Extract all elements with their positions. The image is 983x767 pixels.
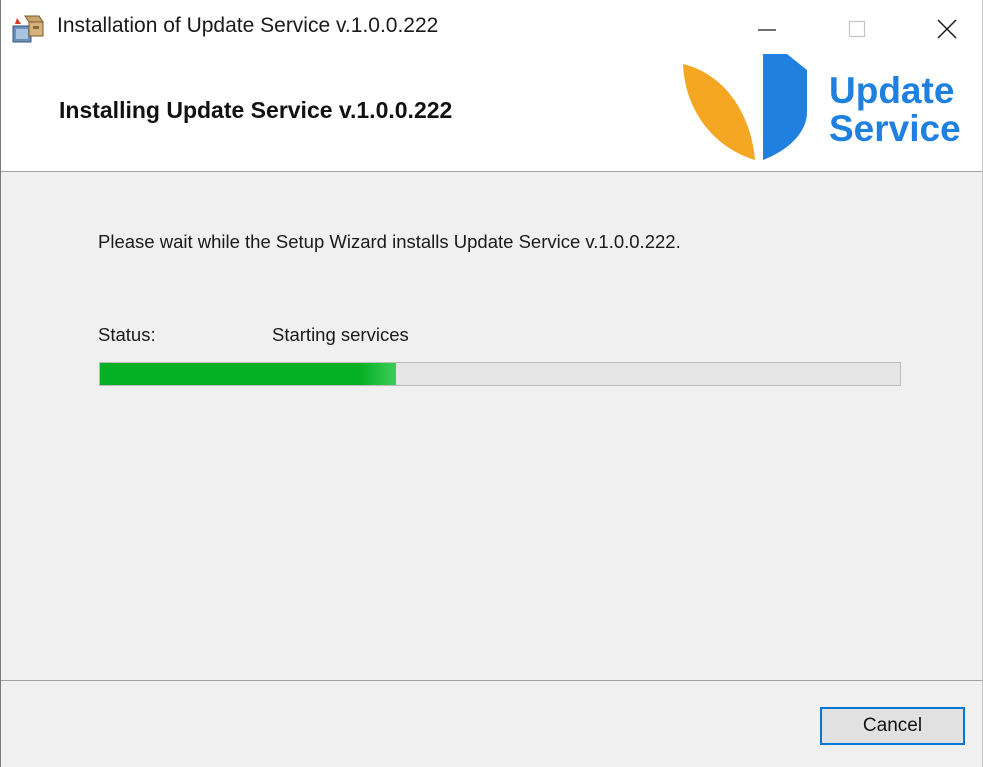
status-value: Starting services (272, 324, 409, 345)
logo-wordmark: Update Service (829, 72, 961, 148)
page-title: Installing Update Service v.1.0.0.222 (59, 97, 453, 123)
window-title: Installation of Update Service v.1.0.0.2… (57, 14, 439, 37)
installer-window: Installation of Update Service v.1.0.0.2… (0, 0, 983, 767)
update-service-logo-icon (683, 54, 807, 160)
footer-divider (1, 680, 982, 681)
wizard-header-banner: Installing Update Service v.1.0.0.222 Up… (1, 54, 982, 172)
title-bar[interactable]: Installation of Update Service v.1.0.0.2… (1, 0, 982, 58)
maximize-icon (848, 20, 866, 38)
close-icon (937, 19, 957, 39)
install-progress-bar (99, 362, 901, 386)
cancel-button[interactable]: Cancel (820, 707, 965, 745)
wait-message: Please wait while the Setup Wizard insta… (98, 231, 681, 252)
installer-app-icon (12, 15, 44, 43)
progress-fill (100, 363, 396, 385)
minimize-icon (758, 29, 776, 31)
maximize-button[interactable] (826, 0, 888, 58)
logo-line-update: Update (829, 70, 955, 111)
minimize-button[interactable] (736, 0, 798, 58)
logo-line-service: Service (829, 108, 961, 149)
status-label: Status: (98, 324, 156, 345)
close-button[interactable] (916, 0, 978, 58)
